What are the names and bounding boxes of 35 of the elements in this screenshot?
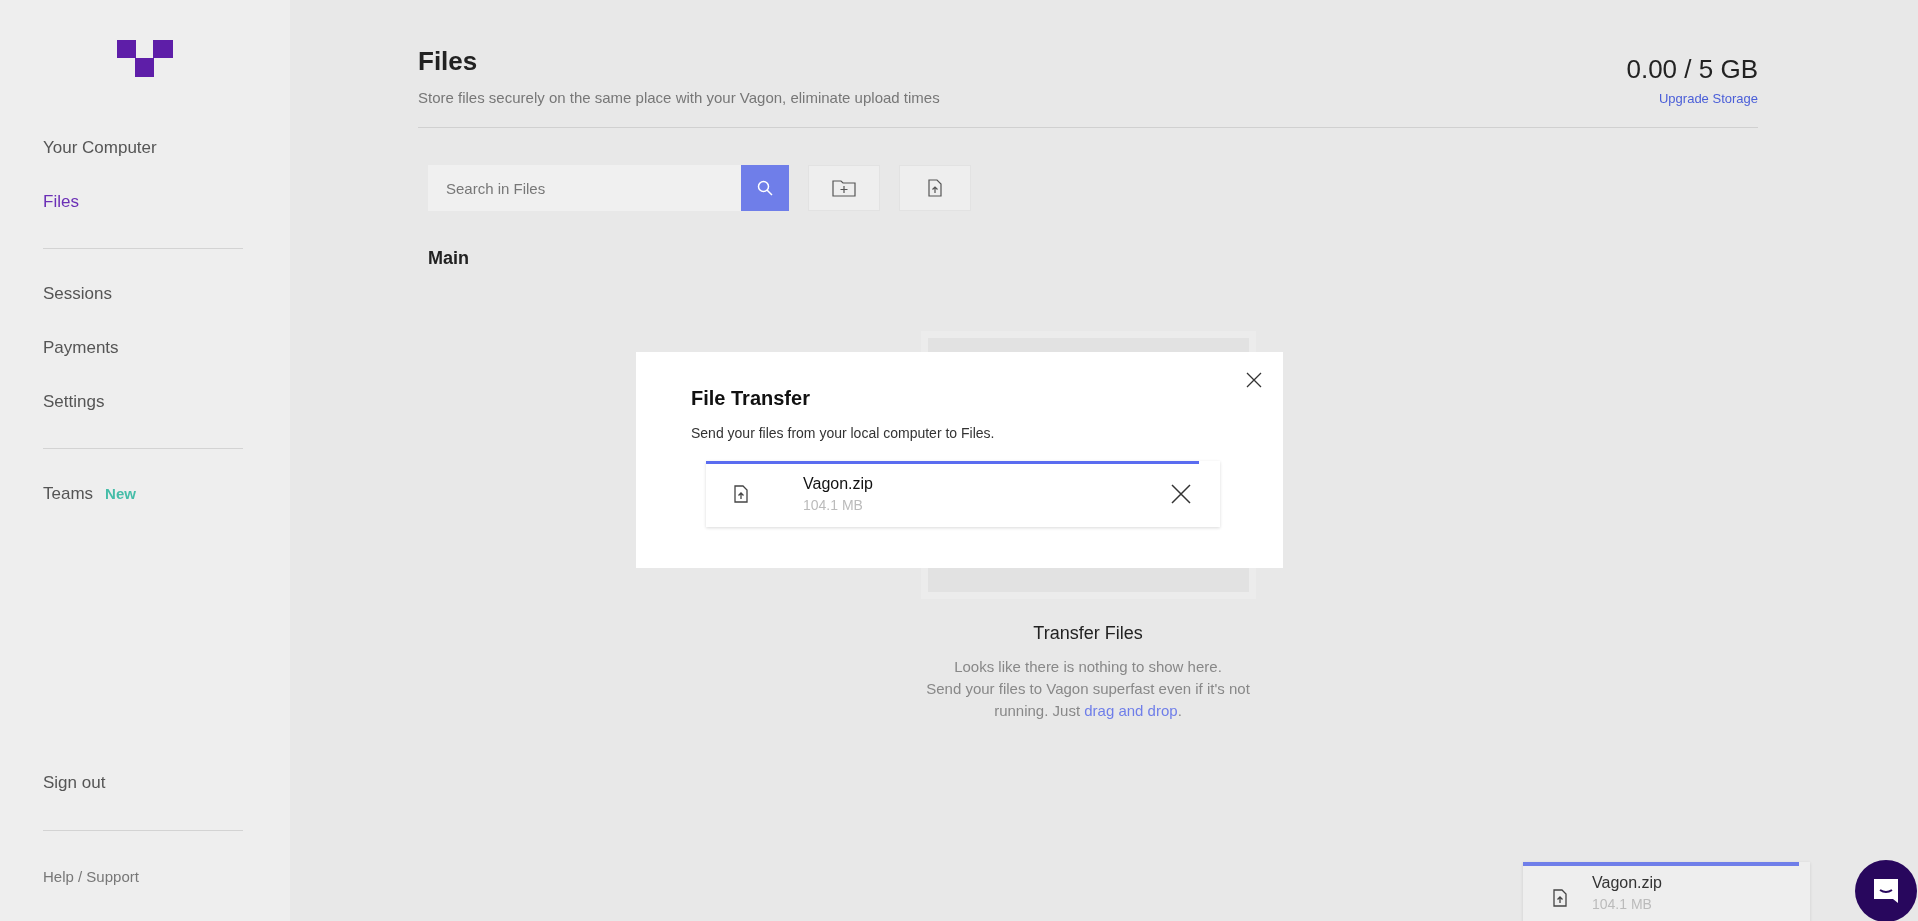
close-button[interactable] xyxy=(1245,371,1263,389)
nav-item[interactable]: Payments xyxy=(43,338,119,358)
folder-title: Main xyxy=(428,248,470,269)
help-link[interactable]: Help / Support xyxy=(43,868,139,885)
file-upload-icon xyxy=(928,179,942,197)
sign-out-link[interactable]: Sign out xyxy=(43,773,106,792)
close-icon xyxy=(1245,371,1263,389)
nav-item[interactable]: Files xyxy=(43,192,79,212)
page-title: Files xyxy=(418,46,479,77)
nav-item[interactable]: Your Computer xyxy=(43,138,157,158)
dialog-text: Send your files from your local computer to Files. xyxy=(691,425,996,441)
search-icon xyxy=(757,180,773,196)
file-upload-icon xyxy=(734,485,748,503)
new-label: New xyxy=(105,484,136,504)
file-size: 104.1 MB xyxy=(803,497,864,513)
nav-item[interactable]: Teams xyxy=(43,484,94,504)
empty-text: Looks like there is nothing to show here. Send your files to Vagon superfast even if it's not running. Just drag and drop. xyxy=(926,657,1250,721)
logo-icon xyxy=(117,40,173,77)
file-upload-icon xyxy=(1553,889,1567,907)
upgrade-storage-link[interactable]: Upgrade Storage xyxy=(1659,91,1758,106)
page-subtitle: Store files securely on the same place with your Vagon, eliminate upload times xyxy=(418,89,940,106)
folder-plus-icon xyxy=(832,179,856,197)
dialog-title: File Transfer xyxy=(691,387,811,410)
close-icon xyxy=(1170,483,1192,505)
new-folder-button[interactable] xyxy=(808,165,880,211)
search-field[interactable]: Search in Files xyxy=(428,165,741,211)
cancel-button[interactable] xyxy=(1170,483,1192,505)
nav-item[interactable]: Sessions xyxy=(43,284,112,304)
chat-icon xyxy=(1871,876,1901,906)
upload-button[interactable] xyxy=(899,165,971,211)
file-name: Vagon.zip xyxy=(803,475,874,493)
file-name: Vagon.zip xyxy=(1592,874,1663,892)
storage-usage: 0.00 / 5 GB xyxy=(1626,54,1758,85)
empty-title: Transfer Files xyxy=(1033,623,1143,644)
nav-item[interactable]: Settings xyxy=(43,392,105,412)
